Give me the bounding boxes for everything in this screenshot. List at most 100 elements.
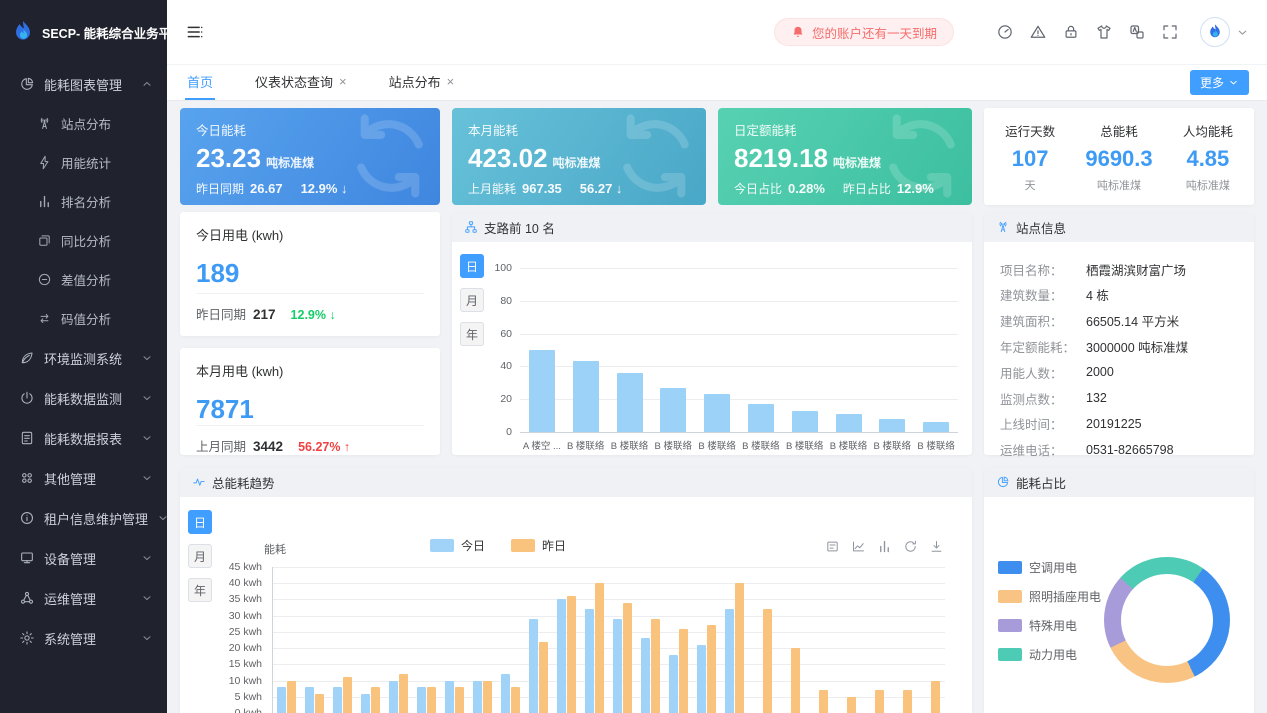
- bar-B 楼联络: [660, 388, 686, 432]
- site-row-建筑数量: 建筑数量：4 栋: [1000, 282, 1244, 308]
- legend-今日[interactable]: 今日: [430, 537, 485, 554]
- sidebar-group-能耗数据监测[interactable]: 能耗数据监测: [0, 378, 167, 418]
- period-toggle-日[interactable]: 日: [188, 510, 212, 534]
- chevron-up-icon: [141, 78, 153, 90]
- power-icon: [19, 390, 35, 406]
- sidebar-group-运维管理[interactable]: 运维管理: [0, 578, 167, 618]
- tab-首页[interactable]: 首页: [185, 65, 215, 100]
- bar-今日-13 时: [641, 638, 650, 713]
- sidebar-group-其他管理[interactable]: 其他管理: [0, 458, 167, 498]
- pie-legend-动力用电[interactable]: 动力用电: [998, 646, 1101, 663]
- summary-value: 107: [1005, 146, 1055, 172]
- theme-icon[interactable]: [1095, 23, 1113, 41]
- bar-昨日-07 时: [483, 681, 492, 713]
- y-tick-label: 35 kwh: [180, 593, 262, 605]
- summary-card: 运行天数107天总能耗9690.3吨标准煤人均能耗4.85吨标准煤: [984, 108, 1254, 205]
- gridline: [272, 648, 945, 649]
- y-tick-label: 60: [452, 328, 512, 340]
- bar-昨日-04 时: [399, 674, 408, 713]
- sidebar-group-系统管理[interactable]: 系统管理: [0, 618, 167, 658]
- account-expiry-alert[interactable]: 您的账户还有一天到期: [774, 18, 954, 46]
- sidebar-item-label: 差值分析: [61, 270, 111, 289]
- chevron-down-icon: [141, 472, 153, 484]
- more-button[interactable]: 更多: [1190, 70, 1249, 95]
- sidebar-group-能耗数据报表[interactable]: 能耗数据报表: [0, 418, 167, 458]
- chevron-down-icon: [141, 632, 153, 644]
- close-icon[interactable]: ×: [339, 75, 347, 88]
- pie-legend: 空调用电照明插座用电特殊用电动力用电: [998, 559, 1101, 663]
- leaf-icon: [19, 350, 35, 366]
- tab-站点分布[interactable]: 站点分布×: [387, 65, 457, 100]
- pie-legend-特殊用电[interactable]: 特殊用电: [998, 617, 1101, 634]
- bar-今日-09 时: [529, 619, 538, 713]
- line-chart-icon[interactable]: [851, 539, 866, 554]
- bar-B 楼联络: [617, 373, 643, 432]
- sidebar-group-能耗图表管理[interactable]: 能耗图表管理: [0, 64, 167, 104]
- close-icon[interactable]: ×: [447, 75, 455, 88]
- usage-title: 本月用电 (kwh): [196, 361, 424, 380]
- pie-legend-空调用电[interactable]: 空调用电: [998, 559, 1101, 576]
- site-row-label: 用能人数：: [1000, 363, 1086, 382]
- site-row-value: 4 栋: [1086, 285, 1109, 304]
- legend-swatch: [998, 648, 1022, 661]
- chevron-down-icon: [141, 592, 153, 604]
- chevron-down-icon[interactable]: [1236, 26, 1249, 39]
- bar-B 楼联络: [573, 361, 599, 432]
- pie-chart-icon: [19, 76, 35, 92]
- sidebar-item-站点分布[interactable]: 站点分布: [0, 104, 167, 143]
- legend-label: 特殊用电: [1029, 617, 1077, 634]
- sidebar-item-label: 站点分布: [61, 114, 111, 133]
- sidebar-group-环境监测系统[interactable]: 环境监测系统: [0, 338, 167, 378]
- stat-foot-value: 12.9%: [897, 181, 934, 196]
- sidebar-item-码值分析[interactable]: 码值分析: [0, 299, 167, 338]
- bar-chart-icon[interactable]: [877, 539, 892, 554]
- site-row-label: 监测点数：: [1000, 389, 1086, 408]
- gridline: [272, 632, 945, 633]
- warning-icon[interactable]: [1029, 23, 1047, 41]
- sidebar-item-用能统计[interactable]: 用能统计: [0, 143, 167, 182]
- trend-chart: 能耗 今日昨日 日月年0 kwh5 kwh10 kwh15 kwh20 kwh2…: [180, 497, 972, 713]
- bar-昨日-06 时: [455, 687, 464, 713]
- tab-list: 首页 仪表状态查询× 站点分布×: [185, 65, 494, 100]
- app-logo: SECP- 能耗综合业务平台: [0, 0, 167, 64]
- site-row-运维电话: 运维电话：0531-82665798: [1000, 437, 1244, 463]
- gridline: [272, 681, 945, 682]
- usage-value: 189: [196, 258, 424, 289]
- sidebar-group-租户信息维护管理[interactable]: 租户信息维护管理: [0, 498, 167, 538]
- sidebar-group-label: 租户信息维护管理: [44, 509, 148, 528]
- y-tick-label: 20 kwh: [180, 642, 262, 654]
- top-bar: 您的账户还有一天到期: [167, 0, 1267, 64]
- translate-icon[interactable]: [1128, 23, 1146, 41]
- avatar[interactable]: [1200, 17, 1230, 47]
- sidebar-item-同比分析[interactable]: 同比分析: [0, 221, 167, 260]
- donut-chart: [1104, 557, 1230, 683]
- bar-今日-02 时: [333, 687, 342, 713]
- pie-legend-照明插座用电[interactable]: 照明插座用电: [998, 588, 1101, 605]
- bar-B 楼联络: [792, 411, 818, 432]
- lock-icon[interactable]: [1062, 23, 1080, 41]
- site-row-上线时间: 上线时间：20191225: [1000, 411, 1244, 437]
- dashboard-icon[interactable]: [996, 23, 1014, 41]
- refresh-icon[interactable]: [903, 539, 918, 554]
- sidebar-item-排名分析[interactable]: 排名分析: [0, 182, 167, 221]
- legend-label: 动力用电: [1029, 646, 1077, 663]
- bar-昨日-10 时: [567, 596, 576, 713]
- site-info-list: 项目名称：栖霞湖滨财富广场建筑数量：4 栋建筑面积：66505.14 平方米年定…: [984, 242, 1254, 455]
- data-view-icon[interactable]: [825, 539, 840, 554]
- sidebar-item-差值分析[interactable]: 差值分析: [0, 260, 167, 299]
- site-row-value: 66505.14 平方米: [1086, 311, 1179, 330]
- sidebar-group-设备管理[interactable]: 设备管理: [0, 538, 167, 578]
- tab-仪表状态查询[interactable]: 仪表状态查询×: [253, 65, 349, 100]
- y-tick-label: 15 kwh: [180, 658, 262, 670]
- bar-昨日-08 时: [511, 687, 520, 713]
- x-tick-label: B 楼联络: [783, 438, 827, 452]
- site-row-value: 0531-82665798: [1086, 443, 1174, 457]
- download-icon[interactable]: [929, 539, 944, 554]
- trend-panel-header: 总能耗趋势: [180, 467, 972, 497]
- legend-昨日[interactable]: 昨日: [511, 537, 566, 554]
- stat-card-本月能耗: 本月能耗423.02吨标准煤上月能耗967.3556.27 ↓: [452, 108, 706, 205]
- site-row-value: 20191225: [1086, 417, 1142, 431]
- fullscreen-icon[interactable]: [1161, 23, 1179, 41]
- stat-card-footer: 今日占比0.28%昨日占比12.9%: [734, 180, 956, 197]
- collapse-menu-icon[interactable]: [185, 22, 205, 42]
